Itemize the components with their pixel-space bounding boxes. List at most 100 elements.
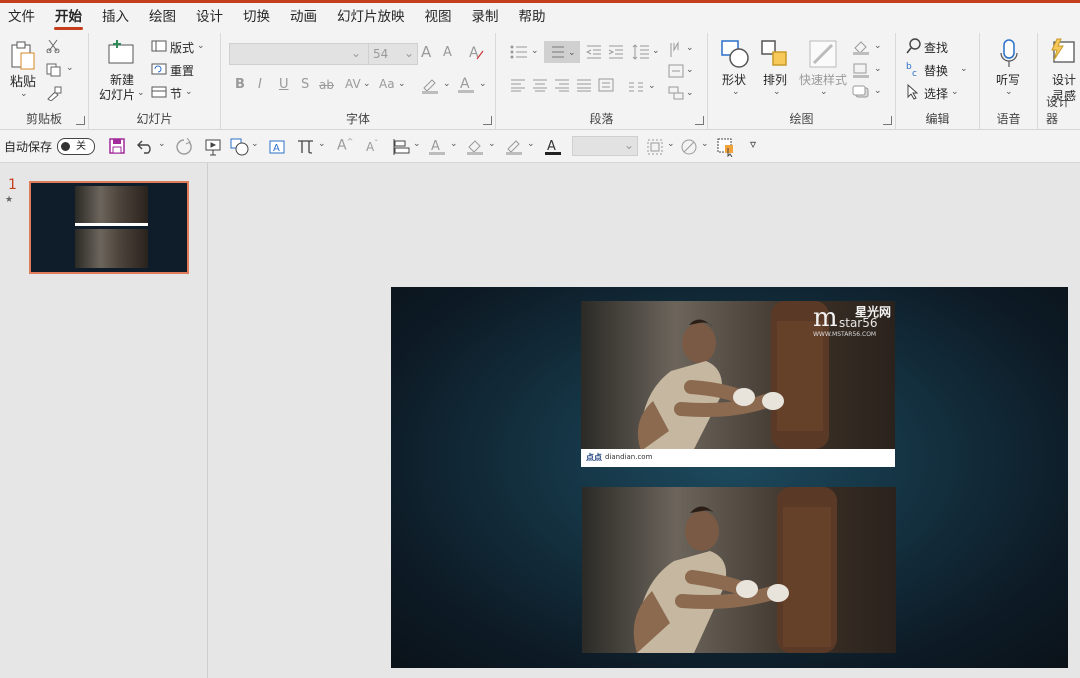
customize-qat-chevron[interactable]: ▿ (750, 137, 756, 151)
align-right-icon[interactable] (554, 78, 570, 95)
slide-canvas[interactable]: 星光网 m star56 WWW.MSTAR56.COM 点点 diandian… (391, 287, 1068, 668)
columns-icon[interactable] (628, 80, 644, 95)
align-center-icon[interactable] (532, 78, 548, 95)
bold-button[interactable]: B (235, 77, 245, 92)
shapes-button[interactable]: 形状 (722, 71, 746, 88)
section-icon[interactable] (151, 86, 167, 101)
line-spacing-chevron[interactable]: ⌄ (652, 46, 660, 56)
bullets-icon[interactable] (510, 44, 528, 63)
align-text-chevron[interactable]: ⌄ (686, 65, 694, 75)
underline-button[interactable]: U (279, 77, 289, 92)
save-icon[interactable] (109, 138, 125, 157)
redo-icon[interactable] (175, 137, 193, 159)
tab-insert[interactable]: 插入 (92, 3, 139, 33)
fill-color-qat-icon[interactable] (466, 138, 484, 159)
smartart-icon[interactable] (668, 86, 684, 103)
equation-icon[interactable] (297, 138, 315, 157)
slide-thumbnail-1[interactable] (29, 181, 189, 274)
crop-qat-icon[interactable] (646, 138, 664, 159)
find-button[interactable]: 查找 (924, 39, 948, 56)
line-spacing-icon[interactable] (632, 44, 650, 63)
text-shadow-button[interactable]: S (301, 77, 309, 92)
font-size-qat-chevron[interactable]: ⌄ (624, 138, 634, 152)
tab-animations[interactable]: 动画 (280, 3, 327, 33)
layout-icon[interactable] (151, 40, 167, 55)
highlight-color-icon[interactable] (421, 76, 439, 97)
replace-chevron[interactable]: ⌄ (960, 64, 968, 74)
quick-styles-button[interactable]: 快速样式 (799, 71, 847, 88)
selection-pane-qat-icon[interactable] (716, 137, 736, 160)
tab-file[interactable]: 文件 (0, 3, 45, 33)
shapes-icon[interactable] (720, 39, 750, 72)
decrease-indent-icon[interactable] (585, 44, 602, 63)
columns-chevron[interactable]: ⌄ (648, 81, 656, 91)
clipboard-dialog-launcher[interactable] (76, 116, 85, 125)
arrange-icon[interactable] (760, 39, 790, 72)
strikethrough-button[interactable]: ab (319, 78, 334, 92)
top-photo[interactable]: 星光网 m star56 WWW.MSTAR56.COM 点点 diandian… (581, 301, 895, 467)
cut-icon[interactable] (46, 39, 60, 56)
find-icon[interactable] (906, 38, 922, 57)
shape-effects-icon[interactable] (852, 85, 870, 102)
text-box-icon[interactable]: A (268, 138, 286, 159)
change-case-chevron[interactable]: ⌄ (398, 79, 406, 89)
outline-color-qat-icon[interactable] (505, 138, 523, 159)
tab-transitions[interactable]: 切换 (233, 3, 280, 33)
drawing-dialog-launcher[interactable] (883, 116, 892, 125)
copy-icon[interactable] (46, 63, 62, 80)
align-left-icon[interactable] (510, 78, 526, 95)
tab-home[interactable]: 开始 (45, 3, 92, 33)
change-case-button[interactable]: Aa (379, 77, 395, 91)
layout-button[interactable]: 版式 (170, 39, 194, 56)
dictate-chevron[interactable]: ⌄ (1005, 87, 1013, 97)
shape-fill-icon[interactable] (852, 39, 870, 58)
shape-outline-icon[interactable] (852, 62, 870, 81)
format-painter-icon[interactable] (46, 85, 62, 104)
select-button[interactable]: 选择 (924, 85, 948, 102)
shape-outline-chevron[interactable]: ⌄ (874, 64, 882, 74)
dictate-button[interactable]: 听写 (996, 71, 1020, 88)
picture-effects-qat-icon[interactable] (680, 138, 698, 159)
character-spacing-chevron[interactable]: ⌄ (363, 79, 371, 89)
text-direction-icon[interactable] (668, 41, 684, 62)
distributed-icon[interactable] (598, 78, 614, 95)
autosave-toggle[interactable]: 关 (57, 138, 95, 155)
shrink-font-button[interactable]: A (443, 45, 452, 60)
tab-view[interactable]: 视图 (415, 3, 462, 33)
layout-chevron[interactable]: ⌄ (197, 41, 205, 51)
undo-icon[interactable] (137, 137, 155, 158)
select-chevron[interactable]: ⌄ (951, 87, 959, 97)
tab-draw[interactable]: 绘图 (139, 3, 186, 33)
font-size-qat-combobox[interactable]: ⌄ (572, 136, 638, 156)
font-name-combobox[interactable] (229, 43, 369, 65)
decrease-font-qat[interactable]: Aˇ (366, 139, 378, 154)
shapes-qat-chevron[interactable]: ⌄ (251, 139, 259, 149)
undo-chevron[interactable]: ⌄ (158, 139, 166, 149)
copy-dropdown-chevron[interactable]: ⌄ (66, 63, 74, 73)
designer-icon[interactable] (1048, 38, 1076, 69)
shape-effects-chevron[interactable]: ⌄ (874, 86, 882, 96)
paste-dropdown-chevron[interactable]: ⌄ (20, 89, 28, 99)
font-color-icon[interactable]: A (457, 75, 475, 97)
font-size-chevron[interactable]: ⌄ (404, 46, 414, 60)
reset-icon[interactable] (151, 63, 167, 78)
microphone-icon[interactable] (999, 39, 1019, 72)
quick-styles-chevron[interactable]: ⌄ (820, 87, 828, 97)
picture-effects-qat-chevron[interactable]: ⌄ (701, 139, 709, 149)
shape-fill-chevron[interactable]: ⌄ (874, 41, 882, 51)
italic-button[interactable]: I (258, 77, 262, 92)
align-text-icon[interactable] (668, 64, 684, 81)
fill-color-qat-chevron[interactable]: ⌄ (488, 139, 496, 149)
arrange-button[interactable]: 排列 (763, 71, 787, 88)
increase-font-qat[interactable]: A^ (337, 137, 353, 154)
reset-button[interactable]: 重置 (170, 62, 194, 79)
clear-formatting-icon[interactable]: A (467, 43, 485, 64)
text-color-qat-icon[interactable]: A (544, 138, 562, 159)
smartart-chevron[interactable]: ⌄ (686, 88, 694, 98)
bottom-photo[interactable] (582, 487, 896, 653)
font-name-chevron[interactable]: ⌄ (351, 46, 361, 60)
new-slide-icon[interactable] (107, 39, 137, 68)
align-objects-icon[interactable] (392, 138, 410, 159)
replace-icon[interactable]: bc (906, 61, 922, 80)
paragraph-dialog-launcher[interactable] (695, 116, 704, 125)
